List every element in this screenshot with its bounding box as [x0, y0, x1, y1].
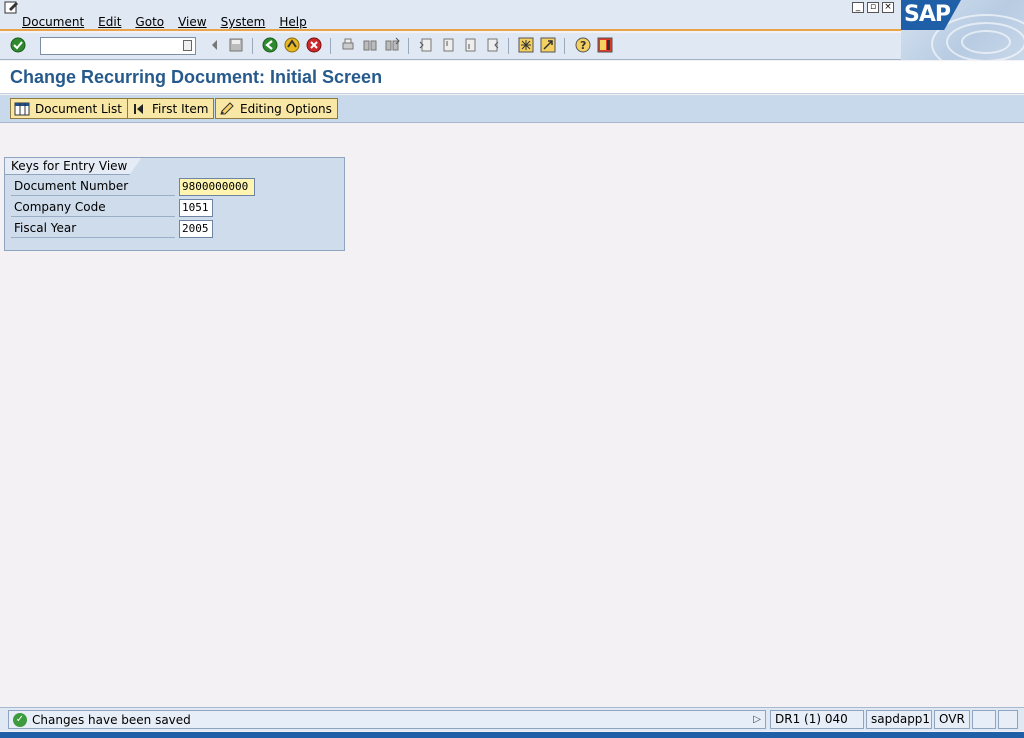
company-code-label: Company Code: [11, 198, 175, 217]
back-icon[interactable]: [262, 37, 278, 53]
status-bar: ✓ Changes have been saved ▷ DR1 (1) 040 …: [0, 707, 1024, 731]
cancel-icon[interactable]: [306, 37, 322, 53]
find-next-icon[interactable]: [384, 37, 400, 53]
toolbar-separator: [408, 38, 409, 54]
status-message[interactable]: ✓ Changes have been saved ▷: [8, 710, 766, 729]
toolbar-separator: [508, 38, 509, 54]
document-list-label: Document List: [35, 101, 122, 116]
minimize-icon[interactable]: _: [852, 2, 864, 13]
keys-for-entry-view-group: Keys for Entry View Document Number 9800…: [4, 157, 345, 251]
insert-mode[interactable]: OVR: [934, 710, 970, 729]
help-icon[interactable]: ?: [575, 37, 591, 53]
editing-options-button[interactable]: Editing Options: [215, 98, 338, 119]
command-history-icon[interactable]: [183, 40, 192, 51]
menu-goto[interactable]: Goto: [135, 15, 164, 29]
first-item-icon: [134, 103, 143, 114]
menu-edit[interactable]: Edit: [98, 15, 121, 29]
menu-list: Document Edit Goto View System Help: [22, 15, 321, 29]
toolbar-separator: [252, 38, 253, 54]
previous-page-icon[interactable]: [440, 37, 456, 53]
menu-system[interactable]: System: [221, 15, 266, 29]
fiscal-year-field[interactable]: 2005: [179, 220, 213, 238]
exit-icon[interactable]: [284, 37, 300, 53]
document-list-button[interactable]: Document List: [10, 98, 128, 119]
back-small-icon[interactable]: [207, 37, 223, 53]
window-menu-icon[interactable]: [4, 1, 20, 14]
toolbar-separator: [330, 38, 331, 54]
insert-mode-text: OVR: [939, 712, 965, 726]
svg-text:?: ?: [580, 39, 586, 52]
server-info: sapdapp1: [866, 710, 932, 729]
group-title: Keys for Entry View: [5, 158, 141, 175]
success-icon: ✓: [13, 712, 27, 727]
layout-menu-icon[interactable]: [597, 37, 613, 53]
logo-swirl: [961, 30, 1011, 54]
command-field[interactable]: [40, 37, 196, 55]
menu-view[interactable]: View: [178, 15, 206, 29]
editing-options-label: Editing Options: [240, 101, 332, 116]
next-page-icon[interactable]: [462, 37, 478, 53]
application-toolbar: Document List First Item Editing Options: [0, 95, 1024, 123]
maximize-icon[interactable]: ▫: [867, 2, 879, 13]
save-icon[interactable]: [228, 37, 244, 53]
bottom-strip: [0, 732, 1024, 738]
document-number-field[interactable]: 9800000000: [179, 178, 255, 196]
standard-toolbar: ?: [0, 33, 901, 60]
last-page-icon[interactable]: [484, 37, 500, 53]
page-title: Change Recurring Document: Initial Scree…: [10, 67, 383, 87]
sap-logo: SAP: [901, 0, 1024, 60]
screen-title-bar: Change Recurring Document: Initial Scree…: [0, 61, 1024, 94]
resize-grip-icon[interactable]: [998, 710, 1018, 729]
document-number-label: Document Number: [11, 177, 175, 196]
create-session-icon[interactable]: [518, 37, 534, 53]
system-info-text: DR1 (1) 040: [775, 712, 848, 726]
menu-help[interactable]: Help: [279, 15, 306, 29]
first-item-label: First Item: [152, 101, 209, 116]
shortcut-icon[interactable]: [540, 37, 556, 53]
server-info-text: sapdapp1: [871, 712, 931, 726]
first-item-button[interactable]: First Item: [127, 98, 215, 119]
enter-icon[interactable]: [10, 37, 26, 53]
fiscal-year-label: Fiscal Year: [11, 219, 175, 238]
close-icon[interactable]: ×: [882, 2, 894, 13]
window-controls: _ ▫ ×: [852, 2, 894, 13]
status-empty-cell: [972, 710, 996, 729]
system-info[interactable]: DR1 (1) 040: [770, 710, 864, 729]
print-icon[interactable]: [340, 37, 356, 53]
find-icon[interactable]: [362, 37, 378, 53]
company-code-field[interactable]: 1051: [179, 199, 213, 217]
toolbar-separator: [564, 38, 565, 54]
menu-document[interactable]: Document: [22, 15, 84, 29]
menu-bar: Document Edit Goto View System Help _ ▫ …: [0, 0, 1024, 31]
status-expand-icon[interactable]: ▷: [753, 714, 761, 725]
first-page-icon[interactable]: [418, 37, 434, 53]
table-icon: [14, 102, 30, 115]
pencil-icon: [220, 101, 234, 114]
status-message-text: Changes have been saved: [32, 712, 191, 727]
